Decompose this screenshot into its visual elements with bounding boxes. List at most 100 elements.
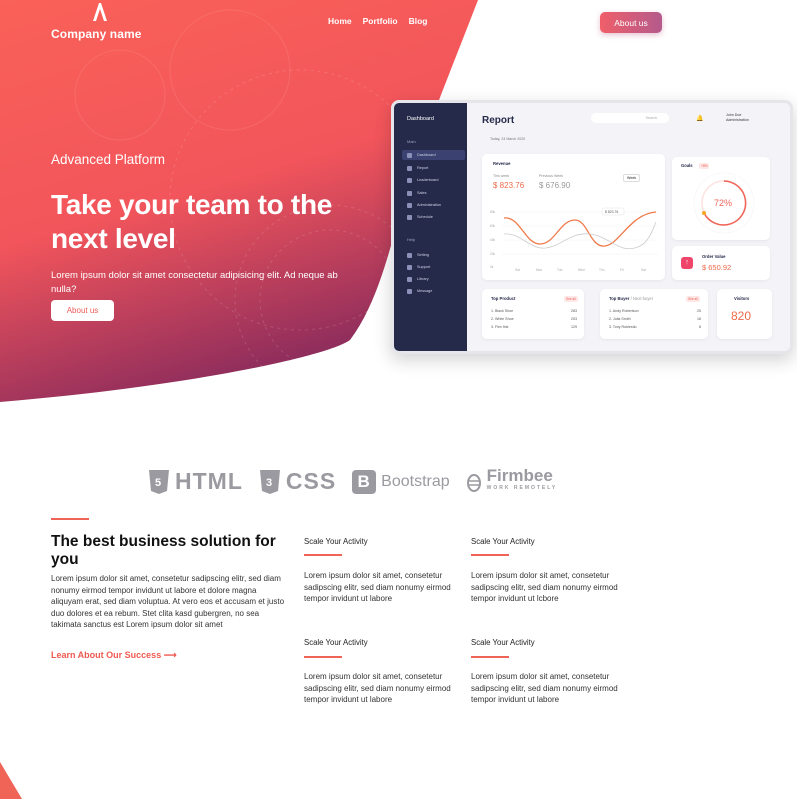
svg-text:Fri: Fri [620,268,624,272]
prev-week-value: $ 676.90 [539,181,571,190]
technology-logos: 5 HTML 3 CSS B Bootstrap Firmbee WORK REM… [148,467,558,495]
learn-about-success-link[interactable]: Learn About Our Success ⟶ [51,650,177,661]
revenue-title: Revenue [493,161,511,166]
order-value: $ 650.92 [702,263,732,272]
hero-text: Lorem ipsum dolor sit amet consectetur a… [51,270,338,295]
svg-text:40k: 40k [490,238,496,242]
svg-text:60k: 60k [490,224,496,228]
svg-text:Sat: Sat [515,268,520,272]
top-buyer-card: Top Buyer / Next buyer See all 1. Andy R… [600,289,708,339]
library-icon [407,276,412,282]
bootstrap-b-icon: B [352,469,377,494]
top-product-title: Top Product [491,296,516,301]
order-icon: ↑ [681,257,693,269]
solution-text: Lorem ipsum dolor sit amet, consetetur s… [51,574,285,630]
html5-shield-icon: 5 [149,469,169,494]
revenue-line-chart: $ 823.76 80k 60k 40k 20k 0k Sat Mon Tue … [490,207,658,272]
chart-tooltip: $ 823.76 [605,210,618,214]
sidebar-item-leaderboard: Leaderboard [402,175,465,185]
about-us-hero-button[interactable]: About us [51,300,114,321]
svg-text:Thu: Thu [599,268,605,272]
hero-kicker: Advanced Platform [51,152,166,167]
list-item: 1. Black Shoe 283 [491,309,577,313]
solution-title: The best business solution for you [51,533,276,568]
corner-accent-shape [0,762,22,799]
this-week-value: $ 823.76 [493,181,525,190]
visitors-title: Visitors [734,296,750,301]
top-product-card: Top Product See all 1. Black Shoe 283 2. … [482,289,584,339]
svg-text:Wed: Wed [578,268,585,272]
sidebar-item-administration: Administration [402,200,465,210]
sidebar-item-setting: Setting [402,250,465,260]
sidebar-item-report: Report [402,163,465,173]
hero-title: Take your team to the next level [51,189,333,254]
sidebar-item-schedule: Schedule [402,212,465,222]
feature-rule [471,656,509,658]
dashboard-mockup: Dashboard Main Dashboard Report Leaderbo… [391,100,793,354]
svg-text:5: 5 [155,477,162,489]
goals-card: Goals +8% 72% [672,157,770,240]
svg-text:20k: 20k [490,252,496,256]
feature-text: Lorem ipsum dolor sit amet, consetetur s… [304,571,451,603]
top-product-see-all: See all [564,296,578,302]
dashboard-sidebar-title: Dashboard [407,116,434,122]
list-item: 3. Flex Hat 129 [491,325,577,329]
leaderboard-icon [407,177,412,183]
feature-text: Lorem ipsum dolor sit amet, consetetur s… [304,672,451,704]
visitors-card: Visitors 820 [717,289,772,339]
report-icon [407,165,412,171]
company-name: Company name [51,27,142,41]
dashboard-main: Report Today, 24 March 2020 Search 🔔 Joh… [467,103,790,351]
feature-title: Scale Your Activity [471,537,535,546]
order-title: Order Value [702,254,726,259]
svg-text:80k: 80k [490,210,496,214]
firmbee-logo: Firmbee WORK REMOTELY [466,467,558,495]
css3-shield-icon: 3 [259,469,280,494]
visitors-value: 820 [731,309,752,323]
feature-rule [471,554,509,556]
list-item: 3. Tony Rubiestio 8 [609,325,701,329]
firmbee-bee-icon [466,473,481,492]
bell-icon: 🔔 [696,116,704,122]
logo-a-icon [93,3,107,21]
svg-text:Sat: Sat [641,268,646,272]
list-item: 1. Andy Robertson 25 [609,309,701,313]
svg-text:Mon: Mon [536,268,542,272]
nav-blog[interactable]: Blog [409,16,428,26]
user-role: Administration [726,118,749,122]
nav-portfolio[interactable]: Portfolio [363,16,398,26]
nav-home[interactable]: Home [328,16,352,26]
calendar-icon [407,214,412,220]
this-week-label: This week [493,174,510,178]
sidebar-item-message: Message [402,286,465,296]
support-icon [407,264,412,270]
company-logo[interactable]: Company name [51,2,142,41]
prev-week-label: Previous Week [539,174,564,178]
about-us-header-button[interactable]: About us [600,12,662,33]
revenue-card: Revenue This week $ 823.76 Previous Week… [482,154,665,280]
sidebar-section-main: Main [407,139,416,144]
feature-rule [304,656,342,658]
dashboard-search: Search [591,113,669,123]
arrow-right-icon: ⟶ [163,650,177,660]
user-icon [407,202,412,208]
feature-rule [304,554,342,556]
dashboard-sidebar: Dashboard Main Dashboard Report Leaderbo… [394,103,467,351]
css-logo: 3 CSS [259,468,336,495]
feature-title: Scale Your Activity [304,537,368,546]
html-logo: 5 HTML [148,468,243,495]
goals-value: 72% [714,198,732,208]
top-buyer-see-all: See all [686,296,700,302]
period-select: Week [623,174,641,182]
feature-title: Scale Your Activity [304,638,368,647]
feature-text: Lorem ipsum dolor sit amet, consetetur s… [471,571,618,603]
sales-icon [407,190,412,196]
list-item: 2. Julia Smith 16 [609,317,701,321]
svg-text:0k: 0k [490,265,494,269]
svg-text:Tue: Tue [557,268,563,272]
bootstrap-logo: B Bootstrap [352,469,450,494]
sidebar-item-sales: Sales [402,188,465,198]
sidebar-item-dashboard: Dashboard [402,150,465,160]
dashboard-title: Report [482,115,515,126]
feature-title: Scale Your Activity [471,638,535,647]
